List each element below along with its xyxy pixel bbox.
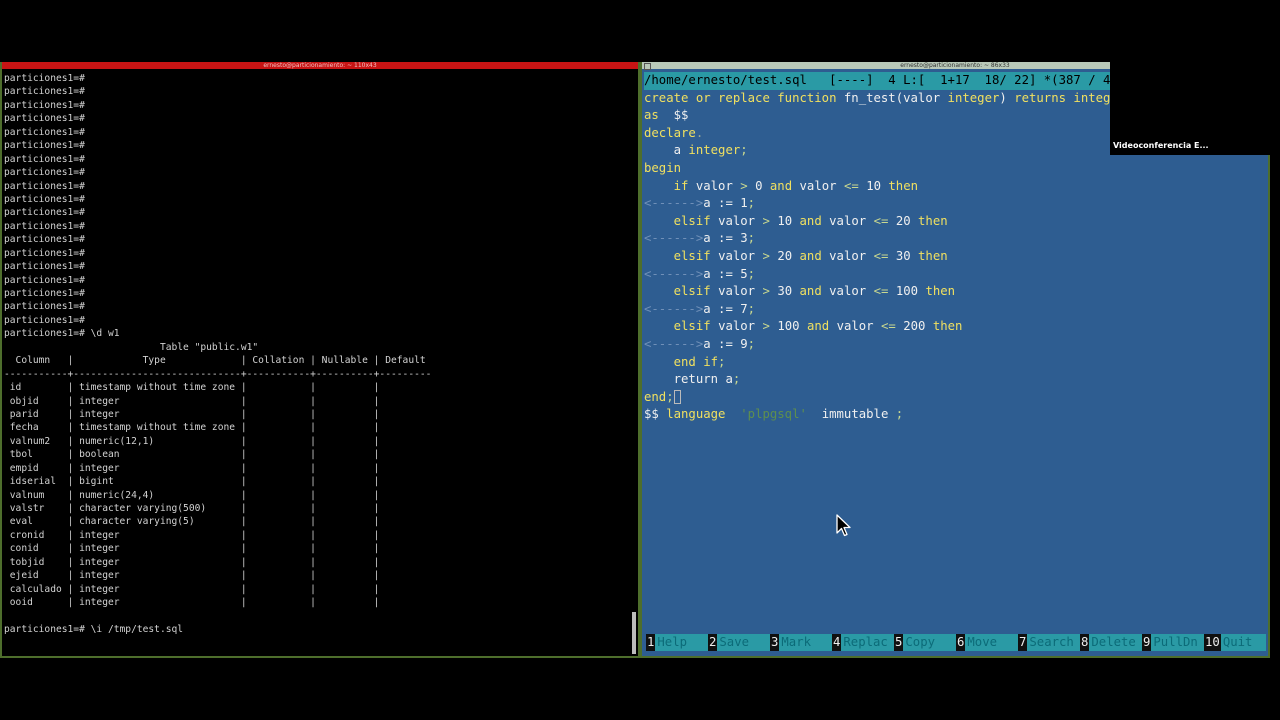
code-line: <------>a := 5;	[644, 266, 756, 281]
table-row: parid | integer | | |	[4, 408, 380, 420]
terminal-line: particiones1=#	[4, 301, 85, 313]
terminal-line: particiones1=#	[4, 126, 85, 138]
fkey-move-button[interactable]: 6 Move	[956, 634, 1018, 651]
code-line: return a;	[673, 372, 741, 387]
table-row: cronid | integer | | |	[4, 529, 380, 541]
table-row: idserial | bigint | | |	[4, 476, 380, 488]
fkey-help-button[interactable]: 1 Help	[646, 634, 708, 651]
right-window-title-text: ernesto@particionamiento: ~ 86x33	[900, 62, 1010, 69]
terminal-line: particiones1=#	[4, 220, 85, 232]
code-line: <------>a := 1;	[644, 196, 756, 211]
terminal-line: particiones1=#	[4, 73, 85, 84]
terminal-line: particiones1=#	[4, 180, 85, 192]
terminal-line: particiones1=#	[4, 86, 85, 98]
code-line: a integer;	[644, 143, 748, 158]
window-menu-icon[interactable]	[644, 63, 651, 70]
table-header-row: Column | Type | Collation | Nullable | D…	[4, 355, 426, 367]
fkey-pulldown-button[interactable]: 9 PullDn	[1142, 634, 1204, 651]
table-row: ejeid | integer | | |	[4, 570, 380, 582]
code-line: end if;	[673, 354, 726, 369]
code-line: elsif valor > 20 and valor <= 30 then	[673, 248, 948, 263]
code-line: elsif valor > 10 and valor <= 20 then	[673, 213, 948, 228]
table-row: tobjid | integer | | |	[4, 556, 380, 568]
code-line: create or replace function fn_test(valor…	[644, 90, 1112, 105]
video-conference-label: Videoconferencia E...	[1113, 141, 1209, 150]
fkey-replace-button[interactable]: 4 Replac	[832, 634, 894, 651]
code-line: elsif valor > 30 and valor <= 100 then	[673, 284, 956, 299]
terminal-line: particiones1=#	[4, 113, 85, 125]
terminal-line: particiones1=#	[4, 167, 85, 179]
fkey-quit-button[interactable]: 10 Quit	[1204, 634, 1266, 651]
table-row: conid | integer | | |	[4, 543, 380, 555]
terminal-line: particiones1=#	[4, 261, 85, 273]
code-line: declare.	[644, 125, 704, 140]
terminal-line: particiones1=#	[4, 288, 85, 299]
terminal-prompt-line[interactable]: particiones1=# \i /tmp/test.sql	[4, 623, 628, 636]
terminal-line: particiones1=#	[4, 314, 85, 326]
fkey-copy-button[interactable]: 5 Copy	[894, 634, 956, 651]
table-row: valnum | numeric(24,4) | | |	[4, 489, 380, 501]
terminal-line: particiones1=#	[4, 140, 85, 152]
code-editor[interactable]: /home/ernesto/test.sql [----] 4 L:[ 1+17…	[644, 72, 1112, 424]
mouse-pointer-icon	[836, 514, 851, 537]
table-row: valnum2 | numeric(12,1) | | |	[4, 435, 380, 447]
code-line: if valor > 0 and valor <= 10 then	[673, 178, 919, 193]
terminal-command-line: particiones1=# \d w1	[4, 328, 120, 340]
fkey-delete-button[interactable]: 8 Delete	[1080, 634, 1142, 651]
table-separator: -----------+----------------------------…	[4, 368, 432, 380]
table-caption: Table "public.w1"	[4, 341, 259, 353]
table-row: fecha | timestamp without time zone | | …	[4, 422, 380, 434]
psql-terminal-output[interactable]: particiones1=# particiones1=# particione…	[4, 72, 628, 656]
table-row: id | timestamp without time zone | | |	[4, 382, 380, 394]
function-key-bar: 1 Help 2 Save 3 Mark 4 Replac 5 Copy 6 Move 7S…	[646, 634, 1266, 651]
code-line: <------>a := 3;	[644, 231, 756, 246]
left-window-title[interactable]: ernesto@particionamiento: ~ 110x43	[2, 62, 638, 69]
terminal-line: particiones1=#	[4, 247, 85, 259]
table-row: eval | character varying(5) | | |	[4, 516, 380, 528]
table-row: tbol | boolean | | |	[4, 449, 380, 461]
left-terminal-window[interactable]: ernesto@particionamiento: ~ 110x43 parti…	[0, 62, 640, 658]
text-cursor	[673, 390, 681, 405]
table-row: empid | integer | | |	[4, 462, 380, 474]
fkey-mark-button[interactable]: 3 Mark	[770, 634, 832, 651]
code-line: as $$	[644, 108, 689, 123]
terminal-line: particiones1=#	[4, 234, 85, 246]
table-row: objid | integer | | |	[4, 395, 380, 407]
code-line: $$ language 'plpgsql' immutable ;	[644, 407, 904, 422]
code-line: elsif valor > 100 and valor <= 200 then	[673, 319, 963, 334]
fkey-search-button[interactable]: 7 Search	[1018, 634, 1080, 651]
table-row: valstr | character varying(500) | | |	[4, 503, 380, 514]
editor-status-line: /home/ernesto/test.sql [----] 4 L:[ 1+17…	[644, 72, 1112, 90]
terminal-line: particiones1=#	[4, 193, 85, 205]
terminal-line: particiones1=#	[4, 99, 85, 111]
code-line: end;	[644, 389, 1112, 407]
code-line: begin	[644, 160, 682, 175]
terminal-line: particiones1=#	[4, 153, 85, 165]
fkey-save-button[interactable]: 2 Save	[708, 634, 770, 651]
terminal-line: particiones1=#	[4, 207, 85, 219]
table-row: calculado | integer | | |	[4, 583, 380, 595]
terminal-line: particiones1=#	[4, 274, 85, 286]
terminal-scrollbar[interactable]	[632, 612, 636, 654]
code-line: <------>a := 7;	[644, 301, 756, 316]
table-row: ooid | integer | | |	[4, 597, 380, 609]
code-line: <------>a := 9;	[644, 336, 756, 351]
